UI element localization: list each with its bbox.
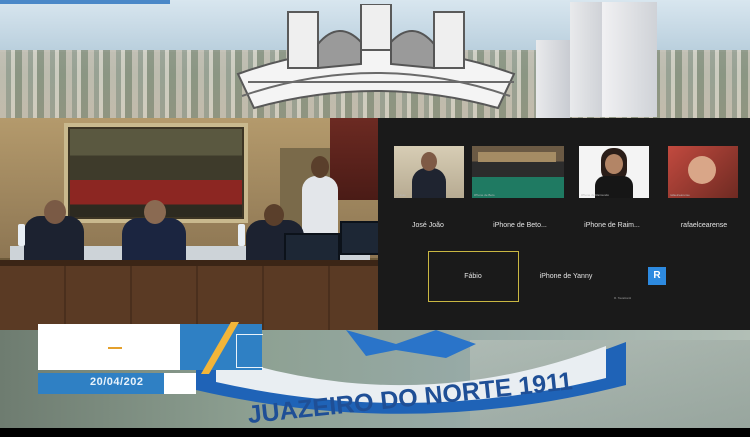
lower-third-overlay [38,322,263,374]
participant-video[interactable]: iPhone de Raimundo [579,146,649,198]
water-bottle [238,224,245,246]
water-bottle [18,224,25,246]
progress-bar [0,0,170,4]
chamber-video [0,118,378,330]
participant-name: rafaelcearense [680,222,728,229]
participant-name: iPhone de Raim... [584,222,640,229]
desk [0,260,378,330]
avatar[interactable]: R [648,267,666,285]
participant-video[interactable]: rafaelcearense [668,146,738,198]
monitor [340,221,378,255]
participant-caption: iPhone de Raimundo [581,193,610,197]
participant-name: iPhone de Yanny [539,273,593,280]
participant-name: Fábio [464,273,482,280]
participant-caption: rafaelcearense [670,193,690,197]
building [536,40,570,118]
lower-third-frame [236,334,263,368]
participant-caption: J. Joao [396,193,406,197]
emblem-label: JUAZEIRO DO NORTE 1911 [246,367,574,425]
person-left [24,200,84,264]
participant-caption: R. Tavalcanti [614,296,632,300]
participant-video[interactable]: J. Joao [394,146,464,198]
date-bar: 20/04/202 [38,373,196,394]
participant-caption: iPhone de Beto [474,193,495,197]
building [602,2,657,117]
person-center [122,200,186,264]
dash-mark [108,347,122,349]
broadcast-date: 20/04/202 [90,376,144,388]
crown-emblem [236,4,516,110]
participant-video[interactable]: iPhone de Beto [472,146,564,198]
participant-name: iPhone de Beto... [493,222,547,229]
participant-name: José João [412,222,444,229]
letterbox-bottom [0,428,750,437]
